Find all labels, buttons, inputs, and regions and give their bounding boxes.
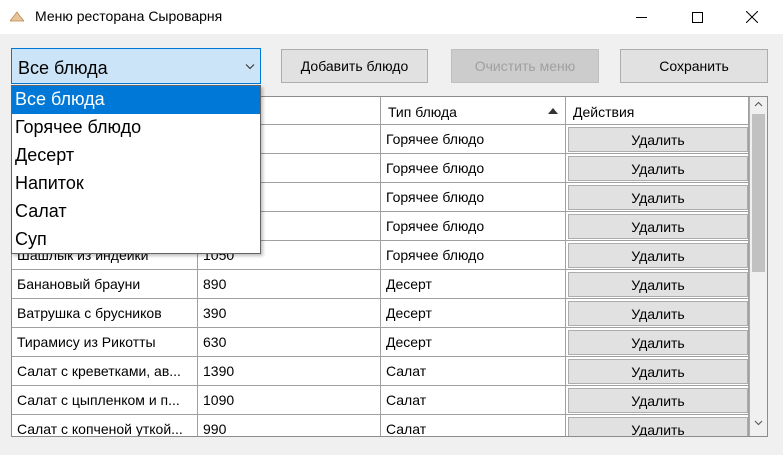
table-row[interactable]: Тирамису из Рикотты 630 Десерт Удалить	[12, 328, 749, 357]
delete-button[interactable]: Удалить	[568, 214, 748, 239]
dish-price-cell[interactable]: 890	[198, 270, 381, 298]
dropdown-option[interactable]: Суп	[12, 226, 260, 254]
dropdown-option[interactable]: Салат	[12, 198, 260, 226]
dish-price-cell[interactable]: 390	[198, 299, 381, 327]
dish-name-cell[interactable]: Салат с креветками, ав...	[12, 357, 198, 385]
dish-name-cell[interactable]: Салат с цыпленком и п...	[12, 386, 198, 414]
combobox-selected-value: Все блюда	[18, 58, 108, 78]
actions-cell: Удалить	[566, 270, 749, 298]
delete-button[interactable]: Удалить	[568, 185, 748, 210]
actions-cell: Удалить	[566, 183, 749, 211]
dish-price-cell[interactable]: 1090	[198, 386, 381, 414]
sort-ascending-icon	[548, 108, 558, 114]
minimize-button[interactable]	[618, 0, 664, 34]
title-bar: Меню ресторана Сыроварня	[0, 0, 783, 34]
delete-button[interactable]: Удалить	[568, 417, 748, 436]
actions-cell: Удалить	[566, 241, 749, 269]
column-header-actions[interactable]: Действия	[566, 97, 749, 125]
dish-type-cell[interactable]: Салат	[381, 386, 566, 414]
dish-name-cell[interactable]: Салат с копченой уткой...	[12, 415, 198, 436]
dish-price-cell[interactable]: 990	[198, 415, 381, 436]
delete-button[interactable]: Удалить	[568, 330, 748, 355]
delete-button[interactable]: Удалить	[568, 359, 748, 384]
dish-type-cell[interactable]: Горячее блюдо	[381, 154, 566, 182]
dish-name-cell[interactable]: Тирамису из Рикотты	[12, 328, 198, 356]
minimize-icon	[635, 16, 647, 18]
table-row[interactable]: Салат с цыпленком и п... 1090 Салат Удалить	[12, 386, 749, 415]
dish-price-cell[interactable]: 630	[198, 328, 381, 356]
dish-type-cell[interactable]: Горячее блюдо	[381, 125, 566, 153]
table-row[interactable]: Салат с копченой уткой... 990 Салат Удалить	[12, 415, 749, 436]
maximize-button[interactable]	[674, 0, 720, 34]
actions-cell: Удалить	[566, 299, 749, 327]
actions-cell: Удалить	[566, 328, 749, 356]
table-row[interactable]: Салат с креветками, ав... 1390 Салат Удалит…	[12, 357, 749, 386]
dish-type-cell[interactable]: Десерт	[381, 299, 566, 327]
dish-type-cell[interactable]: Салат	[381, 415, 566, 436]
dropdown-option[interactable]: Десерт	[12, 142, 260, 170]
column-header-dish-type-label: Тип блюда	[388, 104, 457, 120]
dish-type-cell[interactable]: Салат	[381, 357, 566, 385]
maximize-icon	[691, 11, 703, 23]
dish-type-cell[interactable]: Горячее блюдо	[381, 183, 566, 211]
actions-cell: Удалить	[566, 212, 749, 240]
actions-cell: Удалить	[566, 357, 749, 385]
actions-cell: Удалить	[566, 415, 749, 436]
actions-cell: Удалить	[566, 386, 749, 414]
dish-name-cell[interactable]: Банановый брауни	[12, 270, 198, 298]
table-row[interactable]: Банановый брауни 890 Десерт Удалить	[12, 270, 749, 299]
add-dish-button[interactable]: Добавить блюдо	[281, 49, 428, 83]
delete-button[interactable]: Удалить	[568, 388, 748, 413]
chevron-down-icon	[245, 64, 255, 70]
delete-button[interactable]: Удалить	[568, 243, 748, 268]
window-title: Меню ресторана Сыроварня	[35, 8, 223, 24]
dropdown-option[interactable]: Все блюда	[12, 86, 260, 114]
column-header-actions-label: Действия	[573, 104, 635, 120]
app-icon	[10, 11, 24, 22]
dish-type-cell[interactable]: Горячее блюдо	[381, 212, 566, 240]
delete-button[interactable]: Удалить	[568, 127, 748, 152]
dish-type-cell[interactable]: Десерт	[381, 270, 566, 298]
dish-type-cell[interactable]: Десерт	[381, 328, 566, 356]
vertical-scrollbar[interactable]	[750, 97, 767, 436]
close-icon	[746, 11, 758, 23]
delete-button[interactable]: Удалить	[568, 272, 748, 297]
column-header-dish-type[interactable]: Тип блюда	[381, 97, 566, 125]
close-button[interactable]	[729, 0, 775, 34]
delete-button[interactable]: Удалить	[568, 301, 748, 326]
actions-cell: Удалить	[566, 125, 749, 153]
dish-type-cell[interactable]: Горячее блюдо	[381, 241, 566, 269]
scroll-up-icon[interactable]	[754, 101, 763, 107]
scroll-down-icon[interactable]	[754, 420, 763, 426]
dropdown-option[interactable]: Напиток	[12, 170, 260, 198]
delete-button[interactable]: Удалить	[568, 156, 748, 181]
clear-menu-button[interactable]: Очистить меню	[451, 49, 599, 83]
scrollbar-thumb[interactable]	[752, 114, 765, 272]
dish-type-filter-combobox[interactable]: Все блюда	[11, 48, 261, 84]
dish-price-cell[interactable]: 1390	[198, 357, 381, 385]
actions-cell: Удалить	[566, 154, 749, 182]
dish-type-dropdown-list: Все блюда Горячее блюдо Десерт Напиток Салат…	[11, 85, 261, 254]
save-button[interactable]: Сохранить	[620, 49, 768, 83]
dropdown-option[interactable]: Горячее блюдо	[12, 114, 260, 142]
table-row[interactable]: Ватрушка с брусников 390 Десерт Удалить	[12, 299, 749, 328]
dish-name-cell[interactable]: Ватрушка с брусников	[12, 299, 198, 327]
